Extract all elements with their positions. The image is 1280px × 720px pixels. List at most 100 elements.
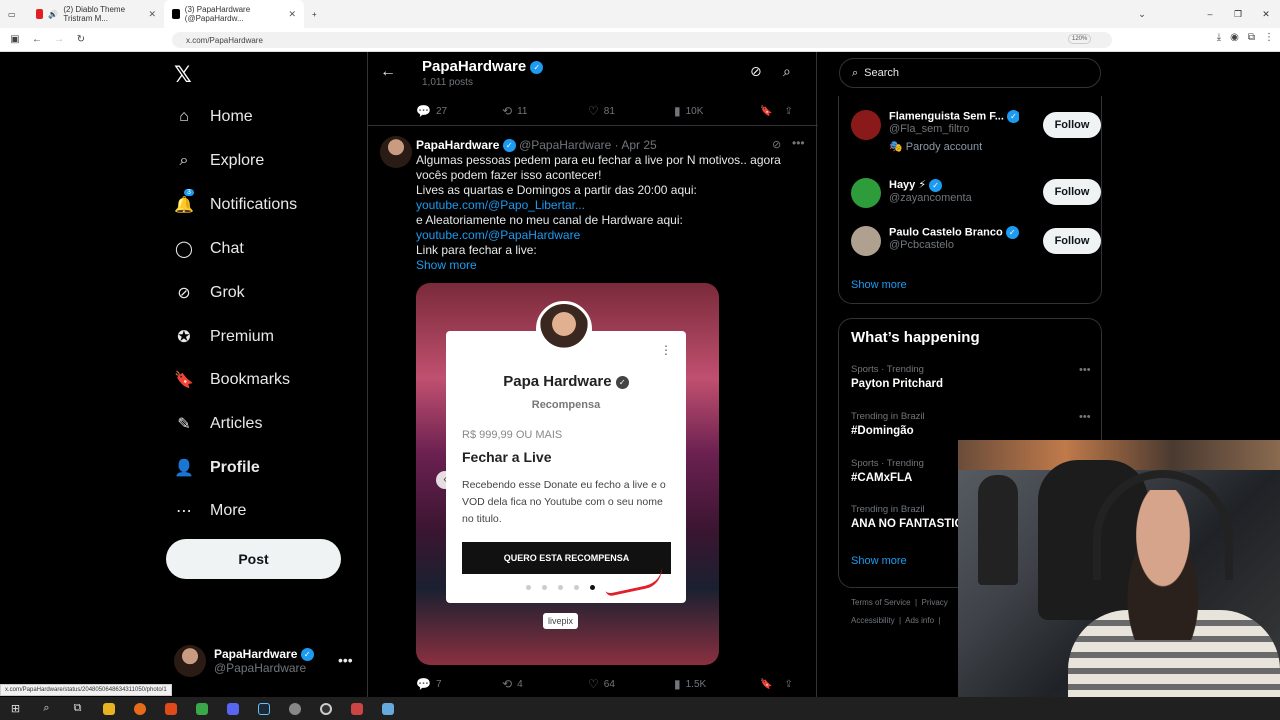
views-button[interactable]: ▮ 1.5K bbox=[674, 677, 744, 691]
forward-icon[interactable]: → bbox=[48, 34, 70, 45]
brave-icon[interactable] bbox=[155, 697, 186, 720]
trend-context: Sports · Trending bbox=[851, 458, 924, 469]
app-icon[interactable] bbox=[372, 697, 403, 720]
trend-item[interactable]: Sports · Trending Payton Pritchard bbox=[851, 364, 943, 390]
share-icon[interactable]: ⇪ bbox=[784, 679, 792, 690]
sidebar-item-profile[interactable]: 👤 Profile bbox=[174, 458, 260, 478]
views-button[interactable]: ▮ 10K bbox=[674, 104, 744, 118]
follow-button[interactable]: Follow bbox=[1043, 179, 1101, 205]
browser-tab-youtube[interactable]: 🔊 (2) Diablo Theme Tristram M... ✕ bbox=[28, 0, 164, 28]
trend-item[interactable]: Trending in Brazil #Domingão bbox=[851, 411, 925, 437]
home-icon: ⌂ bbox=[179, 108, 189, 125]
sidebar-item-grok[interactable]: ⊘ Grok bbox=[174, 283, 244, 303]
more-icon[interactable]: ••• bbox=[1079, 364, 1091, 376]
zoom-badge[interactable]: 120% bbox=[1068, 34, 1092, 44]
suggested-account[interactable]: Flamenguista Sem F... ✓ @Fla_sem_filtro … bbox=[851, 110, 1019, 153]
sidebar-item-bookmarks[interactable]: 🔖 Bookmarks bbox=[174, 370, 290, 390]
follow-button[interactable]: Follow bbox=[1043, 112, 1101, 138]
app-icon[interactable] bbox=[279, 697, 310, 720]
more-icon[interactable]: ••• bbox=[338, 652, 353, 668]
sidebar-item-home[interactable]: ⌂ Home bbox=[174, 108, 253, 126]
post-button[interactable]: Post bbox=[166, 539, 341, 579]
sidebar-item-articles[interactable]: ✎ Articles bbox=[174, 414, 262, 434]
app-icon[interactable] bbox=[217, 697, 248, 720]
restore-icon[interactable]: ❐ bbox=[1224, 9, 1252, 20]
extensions-icon[interactable]: ⧉ bbox=[1248, 32, 1255, 43]
reply-button[interactable]: 💬 7 bbox=[416, 677, 502, 691]
tweet-media-image[interactable]: ⋮ Papa Hardware ✓ Recompensa R$ 999,99 O… bbox=[416, 283, 719, 665]
trend-item[interactable]: Trending in Brazil ANA NO FANTASTIC bbox=[851, 504, 963, 530]
repost-button[interactable]: ⟲ 11 bbox=[502, 104, 588, 118]
share-icon[interactable]: ⇪ bbox=[784, 106, 792, 117]
file-explorer-icon[interactable] bbox=[93, 697, 124, 720]
sidebar-toggle-icon[interactable]: ▣ bbox=[4, 34, 26, 45]
carousel-dot bbox=[558, 585, 563, 590]
menu-icon[interactable]: ⋮ bbox=[1264, 32, 1274, 43]
windows-start-icon[interactable]: ⊞ bbox=[0, 697, 31, 720]
browser-tab-x[interactable]: (3) PapaHardware (@PapaHardw... ✕ bbox=[164, 0, 304, 28]
sidebar-item-chat[interactable]: ◯ Chat bbox=[174, 239, 244, 259]
tweet-handle[interactable]: @PapaHardware bbox=[519, 138, 611, 152]
like-button[interactable]: ♡ 64 bbox=[588, 677, 674, 691]
footer-link[interactable]: Ads info bbox=[905, 616, 934, 625]
bookmark-icon[interactable]: 🔖 bbox=[760, 679, 772, 690]
tab-list-icon[interactable]: ▭ bbox=[0, 0, 28, 28]
show-more-link[interactable]: Show more bbox=[416, 258, 806, 273]
grok-icon[interactable]: ⊘ bbox=[772, 138, 781, 151]
app-icon[interactable] bbox=[186, 697, 217, 720]
obs-icon[interactable] bbox=[310, 697, 341, 720]
app-icon[interactable] bbox=[341, 697, 372, 720]
close-tab-icon[interactable]: ✕ bbox=[148, 9, 156, 20]
tweet-author[interactable]: PapaHardware bbox=[416, 138, 499, 152]
steam-icon[interactable] bbox=[248, 697, 279, 720]
avatar[interactable] bbox=[380, 136, 412, 168]
repost-button[interactable]: ⟲ 4 bbox=[502, 677, 588, 691]
like-button[interactable]: ♡ 81 bbox=[588, 104, 674, 118]
back-arrow-icon[interactable]: ← bbox=[380, 63, 396, 81]
download-icon[interactable]: ⤓ bbox=[1217, 32, 1221, 43]
more-icon[interactable]: ••• bbox=[792, 136, 805, 150]
search-input[interactable]: ⌕ Search bbox=[839, 58, 1101, 88]
chevron-down-icon[interactable]: ⌄ bbox=[1128, 9, 1156, 20]
reply-button[interactable]: 💬 27 bbox=[416, 104, 502, 118]
more-icon[interactable]: ••• bbox=[1079, 411, 1091, 423]
sidebar-item-notifications[interactable]: 🔔 3 Notifications bbox=[174, 189, 297, 215]
account-switcher[interactable]: PapaHardware ✓ @PapaHardware bbox=[174, 645, 314, 677]
firefox-icon[interactable] bbox=[124, 697, 155, 720]
new-tab-button[interactable]: + bbox=[304, 0, 325, 28]
suggested-account[interactable]: Hayy ⚡ ✓ @zayancomenta bbox=[851, 178, 972, 208]
sidebar-item-premium[interactable]: ✪ Premium bbox=[174, 327, 274, 347]
follow-button[interactable]: Follow bbox=[1043, 228, 1101, 254]
minimize-icon[interactable]: – bbox=[1196, 9, 1224, 19]
search-icon: ⌕ bbox=[179, 152, 189, 169]
tweet-link[interactable]: youtube.com/@PapaHardware bbox=[416, 228, 806, 243]
tweet-link[interactable]: youtube.com/@Papo_Libertar... bbox=[416, 198, 806, 213]
suggested-account[interactable]: Paulo Castelo Branco ✓ @Pcbcastelo bbox=[851, 226, 1019, 256]
profile-icon[interactable]: ◉ bbox=[1230, 32, 1239, 43]
search-icon[interactable]: ⌕ bbox=[31, 697, 62, 720]
status-bar-url: x.com/PapaHardware/status/20480506486343… bbox=[0, 684, 172, 696]
sidebar-item-explore[interactable]: ⌕ Explore bbox=[174, 152, 265, 170]
footer-link[interactable]: Privacy bbox=[922, 598, 948, 607]
sidebar-item-more[interactable]: ⋯ More bbox=[174, 501, 246, 521]
reload-icon[interactable]: ↻ bbox=[70, 34, 92, 45]
bookmark-icon[interactable]: 🔖 bbox=[760, 106, 772, 117]
url-field[interactable]: x.com/PapaHardware bbox=[172, 32, 1112, 48]
x-logo-icon[interactable]: 𝕏 bbox=[174, 62, 192, 88]
grok-icon[interactable]: ⊘ bbox=[750, 63, 762, 80]
account-name: Hayy ⚡ bbox=[889, 179, 927, 191]
close-window-icon[interactable]: ✕ bbox=[1252, 9, 1280, 20]
back-icon[interactable]: ← bbox=[26, 34, 48, 45]
footer-link[interactable]: Accessibility bbox=[851, 616, 895, 625]
tweet-date[interactable]: Apr 25 bbox=[621, 138, 656, 152]
speaker-icon[interactable]: 🔊 bbox=[48, 10, 58, 19]
search-icon[interactable]: ⌕ bbox=[783, 63, 791, 80]
youtube-icon bbox=[36, 9, 44, 19]
task-view-icon[interactable]: ⧉ bbox=[62, 697, 93, 720]
show-more-link[interactable]: Show more bbox=[851, 555, 907, 567]
footer-link[interactable]: Terms of Service bbox=[851, 598, 911, 607]
close-tab-icon[interactable]: ✕ bbox=[288, 9, 296, 20]
section-title: What’s happening bbox=[851, 329, 980, 346]
trend-item[interactable]: Sports · Trending #CAMxFLA bbox=[851, 458, 924, 484]
show-more-link[interactable]: Show more bbox=[851, 279, 907, 291]
